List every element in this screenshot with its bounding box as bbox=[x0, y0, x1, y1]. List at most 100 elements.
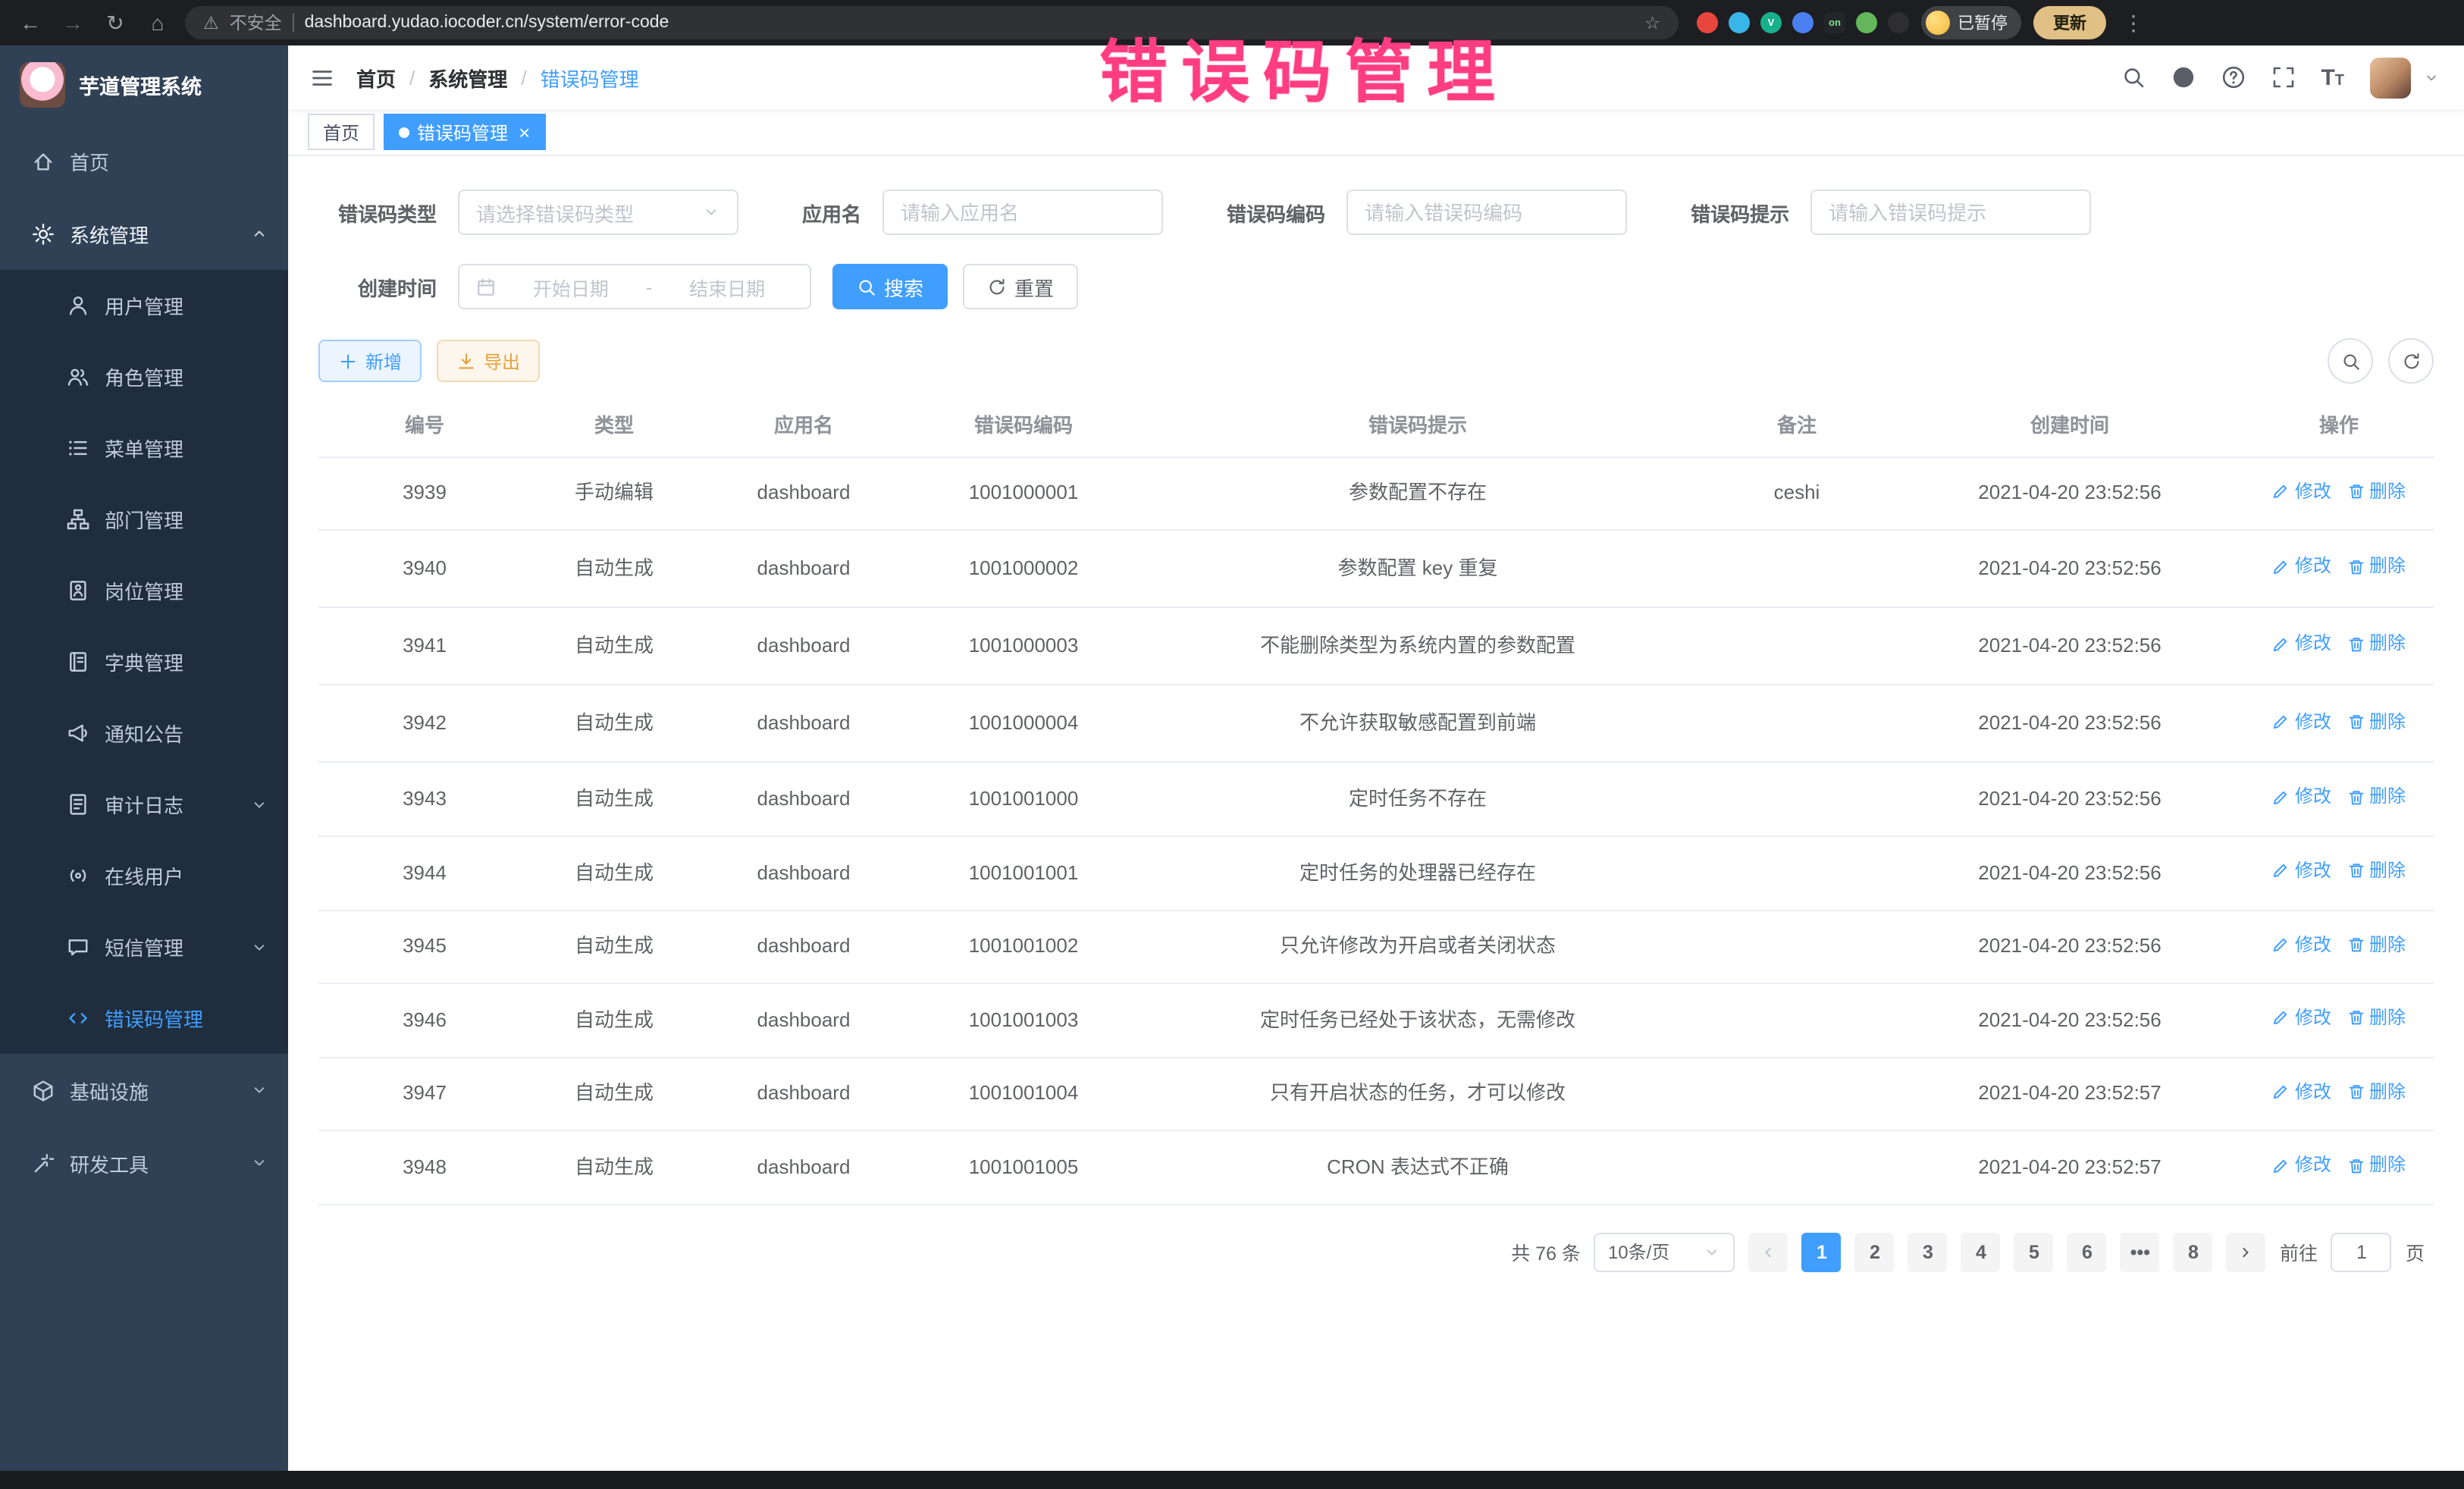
pagination-total: 共 76 条 bbox=[1511, 1238, 1581, 1267]
sidebar-item-home[interactable]: 首页 bbox=[0, 124, 288, 197]
home-button[interactable]: ⌂ bbox=[143, 11, 173, 35]
sidebar-item-dept[interactable]: 部门管理 bbox=[0, 484, 288, 555]
page-button-4[interactable]: 4 bbox=[1961, 1233, 2001, 1272]
sidebar-item-error-code[interactable]: 错误码管理 bbox=[0, 983, 288, 1054]
bookmark-star-icon[interactable]: ☆ bbox=[1644, 12, 1660, 33]
bottom-edge bbox=[0, 1471, 2464, 1489]
sidebar-item-menu[interactable]: 菜单管理 bbox=[0, 412, 288, 484]
error-type-select[interactable]: 请选择错误码类型 bbox=[458, 190, 738, 235]
column-header-actions: 操作 bbox=[2244, 393, 2434, 456]
cell-type: 自动生成 bbox=[531, 910, 698, 983]
add-button[interactable]: 新增 bbox=[318, 340, 422, 382]
sidebar-item-online-user[interactable]: 在线用户 bbox=[0, 840, 288, 911]
page-button-2[interactable]: 2 bbox=[1855, 1233, 1895, 1272]
delete-icon bbox=[2346, 1009, 2365, 1027]
edit-link[interactable]: 修改 bbox=[2272, 478, 2331, 504]
sidebar-item-dict[interactable]: 字典管理 bbox=[0, 626, 288, 697]
logo-row[interactable]: 芋道管理系统 bbox=[0, 45, 288, 124]
page-button-3[interactable]: 3 bbox=[1908, 1233, 1948, 1272]
delete-link[interactable]: 删除 bbox=[2346, 554, 2406, 580]
page-size-select[interactable]: 10条/页 bbox=[1594, 1233, 1735, 1272]
refresh-table-button[interactable] bbox=[2388, 338, 2434, 384]
edit-icon bbox=[2272, 862, 2290, 880]
table-row: 3939手动编辑dashboard1001000001参数配置不存在ceshi2… bbox=[318, 456, 2434, 530]
delete-icon bbox=[2346, 936, 2365, 954]
edit-link[interactable]: 修改 bbox=[2272, 932, 2331, 958]
header-search-icon[interactable] bbox=[2121, 65, 2145, 89]
avatar-caret-icon[interactable] bbox=[2423, 69, 2440, 86]
tab-error-code[interactable]: 错误码管理× bbox=[384, 114, 545, 150]
extension-icon-red[interactable] bbox=[1697, 12, 1718, 33]
create-time-range-picker[interactable]: 开始日期 - 结束日期 bbox=[458, 264, 811, 309]
tab-home[interactable]: 首页 bbox=[308, 114, 375, 150]
extension-icon-dark[interactable] bbox=[1888, 12, 1909, 33]
app-name-input[interactable] bbox=[882, 190, 1163, 235]
font-size-icon[interactable]: TT bbox=[2321, 66, 2344, 89]
edit-link[interactable]: 修改 bbox=[2272, 554, 2331, 580]
fullscreen-icon[interactable] bbox=[2271, 65, 2295, 89]
sidebar-item-infra[interactable]: 基础设施 bbox=[0, 1054, 288, 1127]
cell-actions: 修改删除 bbox=[2244, 983, 2434, 1057]
page-button-5[interactable]: 5 bbox=[2014, 1233, 2054, 1272]
sidebar-item-audit-log[interactable]: 审计日志 bbox=[0, 769, 288, 840]
export-button[interactable]: 导出 bbox=[437, 340, 540, 382]
edit-link[interactable]: 修改 bbox=[2272, 1079, 2331, 1105]
cell-actions: 修改删除 bbox=[2244, 685, 2434, 763]
reload-button[interactable]: ↻ bbox=[100, 10, 130, 36]
page-button-6[interactable]: 6 bbox=[2067, 1233, 2107, 1272]
delete-link[interactable]: 删除 bbox=[2346, 785, 2406, 810]
edit-link[interactable]: 修改 bbox=[2272, 632, 2331, 657]
goto-page-input[interactable] bbox=[2331, 1233, 2392, 1272]
forward-button[interactable]: → bbox=[58, 11, 88, 35]
page-ellipsis[interactable]: ••• bbox=[2121, 1233, 2160, 1272]
delete-link[interactable]: 删除 bbox=[2346, 1153, 2406, 1179]
docs-help-icon[interactable] bbox=[2221, 65, 2245, 89]
delete-link[interactable]: 删除 bbox=[2346, 478, 2406, 504]
error-code-input[interactable] bbox=[1346, 190, 1627, 235]
back-button[interactable]: ← bbox=[15, 11, 45, 35]
breadcrumb-item[interactable]: 系统管理 bbox=[428, 63, 507, 92]
sidebar-menu: 首页系统管理用户管理角色管理菜单管理部门管理岗位管理字典管理通知公告审计日志在线… bbox=[0, 124, 288, 1199]
edit-link[interactable]: 修改 bbox=[2272, 858, 2331, 884]
prev-page-button[interactable] bbox=[1749, 1233, 1788, 1272]
extension-icon-on-switch[interactable]: on bbox=[1824, 12, 1845, 33]
error-message-input[interactable] bbox=[1810, 190, 2091, 235]
edit-link[interactable]: 修改 bbox=[2272, 1005, 2331, 1031]
delete-link[interactable]: 删除 bbox=[2346, 1005, 2406, 1031]
browser-menu-icon[interactable]: ⋮ bbox=[2118, 10, 2149, 36]
edit-link[interactable]: 修改 bbox=[2272, 709, 2331, 735]
sidebar-item-post[interactable]: 岗位管理 bbox=[0, 555, 288, 626]
delete-link[interactable]: 删除 bbox=[2346, 1079, 2406, 1105]
toggle-search-button[interactable] bbox=[2328, 338, 2373, 384]
page-button-8[interactable]: 8 bbox=[2174, 1233, 2213, 1272]
extension-icon-green[interactable]: V bbox=[1760, 12, 1782, 33]
reset-button[interactable]: 重置 bbox=[963, 264, 1078, 309]
cell-id: 3939 bbox=[318, 456, 531, 530]
sidebar-toggle-icon[interactable] bbox=[288, 64, 356, 90]
edit-link[interactable]: 修改 bbox=[2272, 1153, 2331, 1179]
sidebar-item-user[interactable]: 用户管理 bbox=[0, 270, 288, 341]
edit-link[interactable]: 修改 bbox=[2272, 785, 2331, 810]
profile-paused-chip[interactable]: 已暂停 bbox=[1921, 6, 2021, 39]
delete-link[interactable]: 删除 bbox=[2346, 709, 2406, 735]
delete-link[interactable]: 删除 bbox=[2346, 858, 2406, 884]
extension-icon-grid[interactable] bbox=[1792, 12, 1814, 33]
next-page-button[interactable] bbox=[2227, 1233, 2266, 1272]
delete-link[interactable]: 删除 bbox=[2346, 632, 2406, 657]
user-avatar[interactable] bbox=[2370, 57, 2411, 98]
browser-update-button[interactable]: 更新 bbox=[2033, 6, 2106, 39]
github-icon[interactable] bbox=[2171, 65, 2195, 89]
extension-icon-blue-drop[interactable] bbox=[1729, 12, 1750, 33]
delete-link[interactable]: 删除 bbox=[2346, 932, 2406, 958]
breadcrumb-item[interactable]: 首页 bbox=[356, 63, 396, 92]
page-button-1[interactable]: 1 bbox=[1802, 1233, 1842, 1272]
sidebar-item-sms[interactable]: 短信管理 bbox=[0, 911, 288, 983]
sidebar-item-devtools[interactable]: 研发工具 bbox=[0, 1127, 288, 1199]
address-bar[interactable]: ⚠ 不安全 dashboard.yudao.iocoder.cn/system/… bbox=[185, 6, 1679, 39]
sidebar-item-system[interactable]: 系统管理 bbox=[0, 197, 288, 270]
sidebar-item-role[interactable]: 角色管理 bbox=[0, 341, 288, 412]
tab-close-icon[interactable]: × bbox=[519, 122, 530, 142]
sidebar-item-notice[interactable]: 通知公告 bbox=[0, 697, 288, 769]
search-button[interactable]: 搜索 bbox=[832, 264, 948, 309]
extension-icon-leaf[interactable] bbox=[1856, 12, 1877, 33]
